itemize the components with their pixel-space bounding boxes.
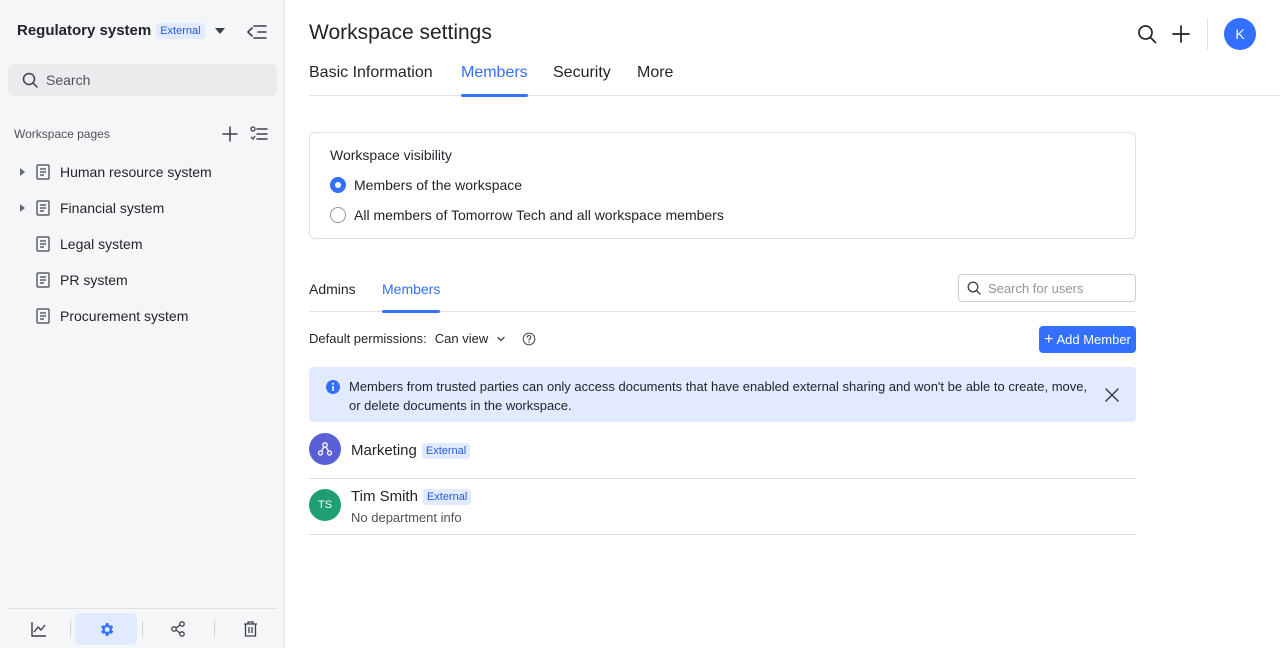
- close-icon[interactable]: [1105, 388, 1119, 402]
- sidebar-search-label: Search: [46, 72, 91, 88]
- help-icon[interactable]: [522, 332, 536, 346]
- collapse-sidebar-icon[interactable]: [247, 23, 267, 41]
- workspace-name: Regulatory system: [17, 22, 152, 39]
- member-row[interactable]: TS Tim Smith External No department info: [309, 479, 1136, 535]
- footer-divider: [70, 621, 71, 637]
- trash-icon: [243, 621, 257, 637]
- group-icon: [317, 442, 333, 456]
- radio-checked[interactable]: [330, 177, 346, 193]
- settings-button[interactable]: [75, 613, 137, 645]
- tab-security[interactable]: Security: [553, 64, 611, 96]
- sidebar-page-item[interactable]: PR system: [0, 262, 285, 298]
- sidebar-page-label: PR system: [60, 272, 128, 288]
- pages-section-label: Workspace pages: [14, 127, 110, 141]
- header-divider: [1207, 18, 1208, 50]
- sidebar-page-item[interactable]: Procurement system: [0, 298, 285, 334]
- member-name: Marketing External: [351, 442, 471, 459]
- page-title: Workspace settings: [309, 21, 492, 44]
- visibility-title: Workspace visibility: [330, 147, 452, 163]
- user-search-input[interactable]: [988, 280, 1128, 296]
- sidebar-page-item[interactable]: Human resource system: [0, 154, 285, 190]
- share-button[interactable]: [147, 613, 209, 645]
- sidebar-page-label: Financial system: [60, 200, 165, 216]
- footer-divider: [142, 621, 143, 637]
- visibility-option-all[interactable]: All members of Tomorrow Tech and all wor…: [330, 207, 724, 223]
- sidebar-page-label: Procurement system: [60, 308, 189, 324]
- workspace-visibility-panel: Workspace visibility Members of the work…: [309, 132, 1136, 239]
- tab-basic-information[interactable]: Basic Information: [309, 64, 433, 96]
- sidebar-page-item[interactable]: Financial system: [0, 190, 285, 226]
- document-icon: [36, 164, 50, 180]
- info-icon: [326, 380, 340, 394]
- add-page-icon[interactable]: [222, 126, 238, 142]
- avatar: TS: [309, 489, 341, 521]
- sidebar-search[interactable]: Search: [8, 64, 277, 96]
- sidebar-page-label: Human resource system: [60, 164, 212, 180]
- caret-down-icon[interactable]: [214, 27, 225, 34]
- expand-arrow-icon[interactable]: [20, 168, 25, 176]
- external-badge: External: [422, 488, 472, 505]
- search-icon: [22, 72, 38, 88]
- trash-button[interactable]: [219, 613, 281, 645]
- default-permissions-value: Can view: [434, 331, 489, 346]
- sidebar-page-item[interactable]: Legal system: [0, 226, 285, 262]
- expand-arrow-icon[interactable]: [20, 204, 25, 212]
- default-permissions-select[interactable]: Can view: [435, 331, 506, 346]
- search-icon[interactable]: [1137, 24, 1157, 44]
- workspace-switcher[interactable]: Regulatory system External: [17, 22, 225, 39]
- info-banner: Members from trusted parties can only ac…: [309, 367, 1136, 422]
- plus-icon: +: [1044, 330, 1054, 348]
- external-badge: External: [421, 442, 471, 459]
- member-name-text: Marketing: [351, 442, 417, 459]
- tab-admins[interactable]: Admins: [309, 281, 356, 312]
- radio-unchecked[interactable]: [330, 207, 346, 223]
- settings-tabs: Basic Information Members Security More: [309, 56, 1280, 97]
- member-name: Tim Smith External: [351, 488, 472, 505]
- info-banner-text: Members from trusted parties can only ac…: [349, 379, 1088, 413]
- tab-more[interactable]: More: [637, 64, 673, 96]
- footer-divider: [214, 621, 215, 637]
- analytics-button[interactable]: [8, 613, 70, 645]
- add-member-button[interactable]: + Add Member: [1039, 326, 1136, 353]
- user-avatar[interactable]: K: [1224, 18, 1256, 50]
- sidebar-footer: [8, 608, 277, 648]
- visibility-option-label: Members of the workspace: [354, 177, 523, 193]
- visibility-option-label: All members of Tomorrow Tech and all wor…: [354, 207, 724, 223]
- visibility-option-members[interactable]: Members of the workspace: [330, 177, 522, 193]
- tab-members-list[interactable]: Members: [382, 281, 441, 313]
- add-member-label: Add Member: [1056, 332, 1131, 347]
- share-icon: [171, 621, 185, 637]
- default-permissions-row: Default permissions: Can view: [309, 331, 536, 346]
- page-list-options-icon[interactable]: [250, 126, 268, 142]
- tab-members[interactable]: Members: [461, 64, 528, 97]
- chart-icon: [31, 622, 46, 637]
- member-name-text: Tim Smith: [351, 488, 418, 505]
- document-icon: [36, 236, 50, 252]
- external-badge: External: [156, 22, 205, 39]
- page-tree: Human resource system Financial system Leg…: [0, 154, 285, 334]
- document-icon: [36, 308, 50, 324]
- document-icon: [36, 200, 50, 216]
- add-icon[interactable]: [1172, 25, 1190, 43]
- sidebar-page-label: Legal system: [60, 236, 143, 252]
- sidebar: Regulatory system External Search Worksp…: [0, 0, 285, 648]
- gear-icon: [100, 622, 113, 636]
- document-icon: [36, 272, 50, 288]
- member-row[interactable]: Marketing External: [309, 426, 1136, 479]
- default-permissions-label: Default permissions:: [309, 331, 427, 346]
- group-avatar: [309, 433, 341, 465]
- search-icon: [967, 281, 981, 295]
- member-department: No department info: [351, 510, 462, 525]
- user-search-field[interactable]: [958, 274, 1136, 302]
- chevron-down-icon: [497, 336, 505, 341]
